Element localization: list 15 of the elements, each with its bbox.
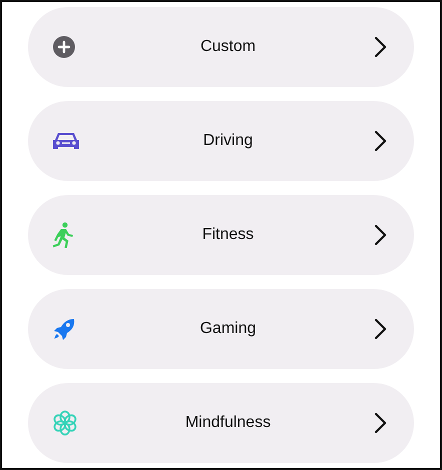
focus-mode-row[interactable]: Driving — [28, 101, 414, 181]
focus-mode-label: Mindfulness — [184, 414, 272, 432]
focus-mode-label: Gaming — [198, 320, 258, 338]
chevron-right-icon — [374, 130, 388, 152]
chevron-right-icon — [374, 224, 388, 246]
focus-mode-label: Fitness — [201, 226, 255, 244]
chevron-right-icon — [374, 412, 388, 434]
focus-mode-row[interactable]: Gaming — [28, 289, 414, 369]
focus-mode-row[interactable]: Mindfulness — [28, 383, 414, 463]
focus-mode-row[interactable]: Custom — [28, 7, 414, 87]
chevron-right-icon — [374, 36, 388, 58]
focus-mode-label: Custom — [199, 38, 257, 56]
focus-mode-row[interactable]: Fitness — [28, 195, 414, 275]
focus-mode-label: Driving — [202, 132, 254, 150]
chevron-right-icon — [374, 318, 388, 340]
